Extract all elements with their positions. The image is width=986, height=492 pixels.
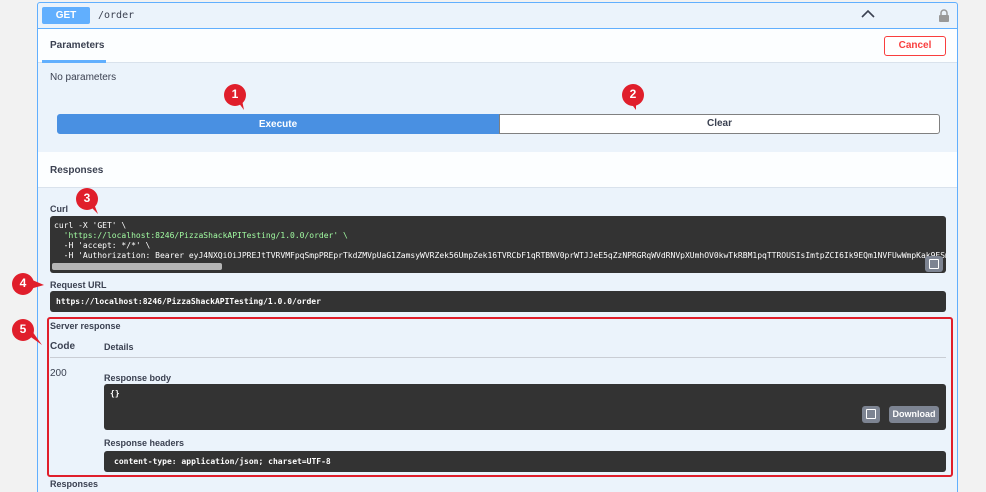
tab-underline [42,60,106,63]
callout-2: 2 [622,84,644,110]
parameters-header: Parameters Cancel [38,29,957,63]
cancel-button[interactable]: Cancel [884,36,946,56]
lock-icon[interactable] [938,9,950,23]
chevron-up-icon[interactable] [860,7,876,21]
request-url-box[interactable]: https://localhost:8246/PizzaShackAPITest… [50,291,946,312]
execute-button[interactable]: Execute [57,114,499,134]
callout-1: 1 [224,84,246,110]
curl-line: curl -X 'GET' \ [54,221,127,230]
method-badge: GET [42,7,90,24]
responses-title: Responses [50,165,104,176]
callout-number: 1 [231,87,239,101]
callout-number: 3 [83,191,91,205]
copy-curl-button[interactable] [925,256,943,272]
callout-3: 3 [76,188,98,214]
operation-path: /order [98,10,135,21]
curl-scrollbar[interactable] [52,263,222,270]
callout-4: 4 [12,273,44,295]
curl-line: -H 'accept: */*' \ [54,241,151,250]
tab-parameters[interactable]: Parameters [50,40,104,51]
curl-line: 'https://localhost:8246/PizzaShackAPITes… [54,231,348,240]
request-url-label: Request URL [50,280,107,290]
curl-label: Curl [50,204,68,214]
curl-line: -H 'Authorization: Bearer eyJ4NXQiOiJPRE… [63,251,946,260]
responses-section-label: Responses [50,479,99,489]
responses-header: Responses [38,152,957,188]
clear-button[interactable]: Clear [499,114,940,134]
copy-icon [929,259,939,269]
callout-5: 5 [12,319,42,345]
callout-number: 4 [19,276,27,290]
callout-number: 2 [629,87,637,101]
operation-summary[interactable]: GET /order [38,3,957,29]
no-parameters-text: No parameters [50,72,117,83]
callout-number: 5 [19,322,27,336]
highlight-box [47,317,953,477]
